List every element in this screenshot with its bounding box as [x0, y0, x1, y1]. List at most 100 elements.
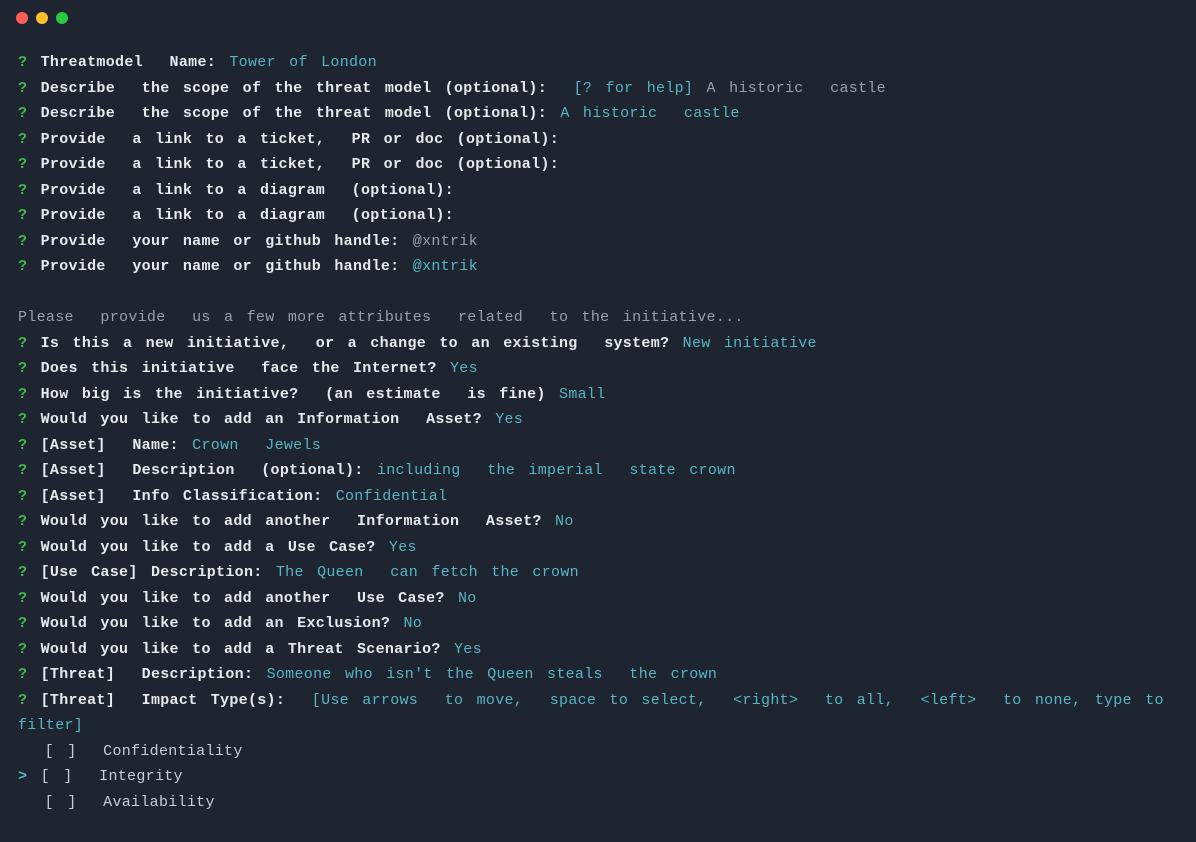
prompt-text: Threatmodel Name:: [41, 54, 216, 71]
answer-value: No: [555, 513, 574, 530]
checkbox-icon[interactable]: [ ]: [41, 768, 73, 785]
prompt-line: ? Provide your name or github handle: @x…: [18, 254, 1178, 280]
answer-value: including the imperial state crown: [377, 462, 736, 479]
prompt-line: ? Provide a link to a diagram (optional)…: [18, 178, 1178, 204]
prompt-line: ? [Threat] Description: Someone who isn'…: [18, 662, 1178, 688]
question-marker: ?: [18, 54, 27, 71]
answer-value: Someone who isn't the Queen steals the c…: [267, 666, 718, 683]
prompt-text: Provide your name or github handle:: [41, 233, 400, 250]
user-input: A historic castle: [707, 80, 886, 97]
answer-value: Yes: [389, 539, 417, 556]
prompt-text: [Threat] Impact Type(s):: [41, 692, 286, 709]
checkbox-option[interactable]: [ ] Availability: [18, 790, 1178, 816]
prompt-line: ? Describe the scope of the threat model…: [18, 101, 1178, 127]
question-marker: ?: [18, 131, 27, 148]
answer-value: Small: [559, 386, 606, 403]
prompt-line: ? Is this a new initiative, or a change …: [18, 331, 1178, 357]
prompt-text: [Threat] Description:: [41, 666, 254, 683]
prompt-line: ? Would you like to add another Use Case…: [18, 586, 1178, 612]
prompt-line: ? How big is the initiative? (an estimat…: [18, 382, 1178, 408]
user-input: @xntrik: [413, 233, 478, 250]
answer-value: Crown Jewels: [192, 437, 321, 454]
question-marker: ?: [18, 80, 27, 97]
prompt-text: Provide a link to a ticket, PR or doc (o…: [41, 131, 559, 148]
selector-cursor: [18, 794, 31, 811]
question-marker: ?: [18, 437, 27, 454]
question-marker: ?: [18, 615, 27, 632]
prompt-text: Would you like to add an Information Ass…: [41, 411, 482, 428]
checkbox-option[interactable]: [ ] Confidentiality: [18, 739, 1178, 765]
answer-value: The Queen can fetch the crown: [276, 564, 579, 581]
prompt-text: Provide a link to a diagram (optional):: [41, 207, 454, 224]
question-marker: ?: [18, 335, 27, 352]
prompt-text: [Use Case] Description:: [41, 564, 263, 581]
checkbox-icon[interactable]: [ ]: [45, 794, 77, 811]
prompt-line: ? [Asset] Info Classification: Confident…: [18, 484, 1178, 510]
prompt-text: Would you like to add an Exclusion?: [41, 615, 391, 632]
question-marker: ?: [18, 105, 27, 122]
checkbox-label: Integrity: [99, 768, 183, 785]
prompt-line: ? Would you like to add an Information A…: [18, 407, 1178, 433]
prompt-text: Provide your name or github handle:: [41, 258, 400, 275]
answer-value: Yes: [454, 641, 482, 658]
prompt-text: Describe the scope of the threat model (…: [41, 105, 547, 122]
question-marker: ?: [18, 207, 27, 224]
answer-value: New initiative: [683, 335, 817, 352]
question-marker: ?: [18, 233, 27, 250]
prompt-text: [Asset] Description (optional):: [41, 462, 364, 479]
selector-cursor: [18, 743, 31, 760]
question-marker: ?: [18, 258, 27, 275]
question-marker: ?: [18, 386, 27, 403]
question-marker: ?: [18, 156, 27, 173]
prompt-text: How big is the initiative? (an estimate …: [41, 386, 546, 403]
question-marker: ?: [18, 462, 27, 479]
selector-cursor: >: [18, 768, 27, 785]
question-marker: ?: [18, 564, 27, 581]
prompt-line: ? Provide a link to a diagram (optional)…: [18, 203, 1178, 229]
answer-value: @xntrik: [413, 258, 478, 275]
terminal-output[interactable]: ? Threatmodel Name: Tower of London? Des…: [0, 36, 1196, 815]
prompt-line: ? Does this initiative face the Internet…: [18, 356, 1178, 382]
prompt-text: Would you like to add another Informatio…: [41, 513, 542, 530]
minimize-icon[interactable]: [36, 12, 48, 24]
prompt-line: ? [Asset] Name: Crown Jewels: [18, 433, 1178, 459]
prompt-text: Would you like to add a Use Case?: [41, 539, 376, 556]
question-marker: ?: [18, 488, 27, 505]
checkbox-option[interactable]: > [ ] Integrity: [18, 764, 1178, 790]
prompt-line: ? Provide a link to a ticket, PR or doc …: [18, 152, 1178, 178]
prompt-text: Provide a link to a diagram (optional):: [41, 182, 454, 199]
question-marker: ?: [18, 182, 27, 199]
question-marker: ?: [18, 539, 27, 556]
prompt-text: Would you like to add a Threat Scenario?: [41, 641, 441, 658]
answer-value: A historic castle: [560, 105, 739, 122]
checkbox-label: Availability: [103, 794, 215, 811]
prompt-text: Does this initiative face the Internet?: [41, 360, 437, 377]
question-marker: ?: [18, 411, 27, 428]
help-hint: [? for help]: [574, 80, 694, 97]
prompt-line: ? Provide a link to a ticket, PR or doc …: [18, 127, 1178, 153]
prompt-text: [Asset] Info Classification:: [41, 488, 323, 505]
prompt-line: ? Describe the scope of the threat model…: [18, 76, 1178, 102]
answer-value: No: [458, 590, 477, 607]
prompt-line: ? Would you like to add another Informat…: [18, 509, 1178, 535]
question-marker: ?: [18, 590, 27, 607]
prompt-line: ? Would you like to add an Exclusion? No: [18, 611, 1178, 637]
answer-value: Tower of London: [229, 54, 377, 71]
answer-value: Confidential: [336, 488, 448, 505]
question-marker: ?: [18, 513, 27, 530]
answer-value: No: [404, 615, 423, 632]
maximize-icon[interactable]: [56, 12, 68, 24]
close-icon[interactable]: [16, 12, 28, 24]
prompt-line: ? Would you like to add a Threat Scenari…: [18, 637, 1178, 663]
prompt-text: Describe the scope of the threat model (…: [41, 80, 547, 97]
checkbox-label: Confidentiality: [103, 743, 243, 760]
question-marker: ?: [18, 666, 27, 683]
prompt-line: ? Threatmodel Name: Tower of London: [18, 50, 1178, 76]
prompt-line: ? Would you like to add a Use Case? Yes: [18, 535, 1178, 561]
question-marker: ?: [18, 360, 27, 377]
checkbox-icon[interactable]: [ ]: [45, 743, 77, 760]
prompt-text: Would you like to add another Use Case?: [41, 590, 445, 607]
section-header: Please provide us a few more attributes …: [18, 305, 1178, 331]
answer-value: Yes: [495, 411, 523, 428]
prompt-text: Provide a link to a ticket, PR or doc (o…: [41, 156, 559, 173]
